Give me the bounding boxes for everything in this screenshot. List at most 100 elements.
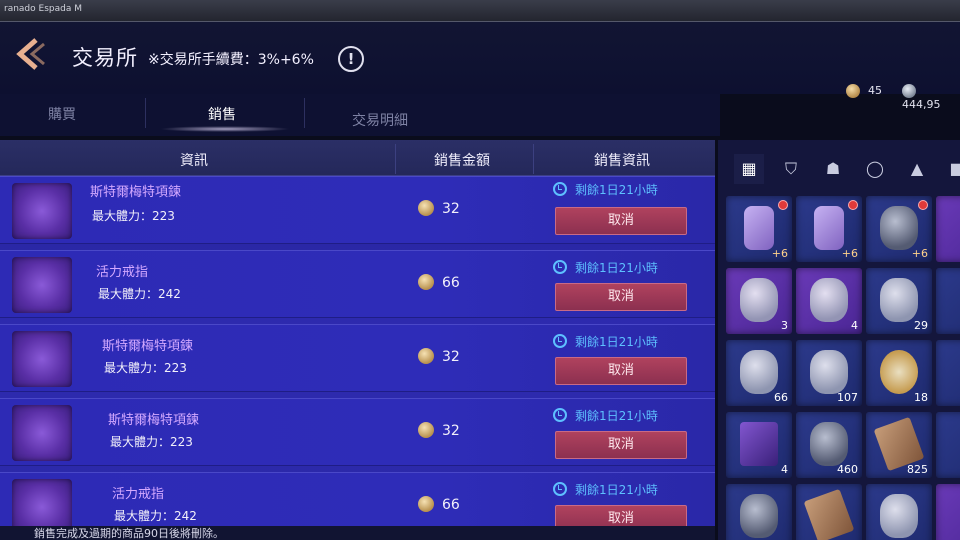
gold-amount: 45 [868, 84, 882, 97]
item-name: 活力戒指 [96, 265, 149, 280]
inventory-slot[interactable] [936, 268, 960, 334]
inventory-slot[interactable] [936, 340, 960, 406]
bag-icon[interactable]: ■ [942, 154, 960, 184]
inventory-slot[interactable]: +6 [866, 196, 932, 262]
inventory-slot[interactable]: 107 [796, 340, 862, 406]
timer-text: 剩餘1日21小時 [575, 409, 658, 423]
scroll-item-icon [880, 278, 918, 322]
helmet-icon[interactable]: ☗ [818, 154, 848, 184]
crystal-item-icon [880, 494, 918, 538]
item-count: 18 [914, 391, 928, 404]
item-name: 斯特爾梅特項鍊 [102, 339, 194, 354]
tab-sell[interactable]: 銷售 [208, 104, 236, 124]
clock-icon [553, 334, 567, 348]
inventory-panel: ▦ ⛉ ☗ ◯ ▲ ■ +6 +6 +6 3 4 29 66 107 18 4 … [718, 140, 960, 540]
inventory-slot[interactable]: 4 [726, 412, 792, 478]
window-titlebar: ranado Espada M [0, 0, 960, 22]
enhance-level: +6 [841, 247, 858, 260]
necklace-item-icon [12, 331, 72, 387]
ring-item-icon [12, 257, 72, 313]
inventory-tabs: ▦ ⛉ ☗ ◯ ▲ ■ [718, 150, 960, 190]
item-count: 460 [837, 463, 858, 476]
armor-icon[interactable]: ⛉ [776, 154, 806, 184]
coin-icon [418, 422, 434, 438]
item-stat: 最大體力：223 [110, 435, 193, 449]
item-price: 66 [418, 274, 460, 291]
item-count: 66 [774, 391, 788, 404]
active-tab-indicator [160, 126, 290, 132]
chip-item-icon [880, 350, 918, 394]
cancel-button[interactable]: 取消 [555, 283, 687, 311]
table-row: 斯特爾梅特項鍊 最大體力：223 32 剩餘1日21小時 取消 [0, 398, 715, 466]
item-name: 斯特爾梅特項鍊 [108, 413, 200, 428]
tab-buy[interactable]: 購買 [48, 104, 76, 124]
scroll-item-icon [810, 278, 848, 322]
inventory-slot[interactable] [936, 412, 960, 478]
clock-icon [553, 182, 567, 196]
grid-icon[interactable]: ▦ [734, 154, 764, 184]
timer-text: 剩餘1日21小時 [575, 183, 658, 197]
item-stat: 最大體力：223 [92, 209, 175, 223]
coin-icon [418, 200, 434, 216]
crystal-item-icon [740, 350, 778, 394]
item-stat: 最大體力：242 [114, 509, 197, 523]
inventory-slot[interactable] [866, 484, 932, 540]
item-price: 32 [418, 200, 460, 217]
necklace-icon[interactable]: ◯ [860, 154, 890, 184]
footer-notice: 銷售完成及過期的商品90日後將刪除。 [0, 526, 715, 540]
inventory-slot[interactable] [796, 484, 862, 540]
timer-text: 剩餘1日21小時 [575, 483, 658, 497]
top-bar: 交易所 ※交易所手續費：3%+6% ! 45 444,95 [0, 22, 960, 111]
back-arrow-icon[interactable] [10, 34, 50, 74]
item-price: 32 [418, 422, 460, 439]
table-row: 斯特爾梅特項鍊 最大體力：223 32 剩餘1日21小時 取消 [0, 176, 715, 244]
inventory-slot[interactable] [726, 484, 792, 540]
inventory-slot[interactable]: 825 [866, 412, 932, 478]
inventory-slot[interactable]: 29 [866, 268, 932, 334]
tab-divider [304, 98, 305, 128]
price-value: 66 [442, 275, 460, 291]
tab-history[interactable]: 交易明細 [352, 110, 408, 130]
cloak-icon[interactable]: ▲ [902, 154, 932, 184]
header-info: 資訊 [180, 153, 208, 169]
inventory-slot[interactable]: +6 [796, 196, 862, 262]
gold-currency: 45 [846, 84, 882, 98]
sales-table: 資訊 銷售金額 銷售資訊 斯特爾梅特項鍊 最大體力：223 32 剩餘1日21小… [0, 140, 715, 540]
wood-item-icon [803, 488, 855, 540]
inventory-slot[interactable] [936, 484, 960, 540]
new-badge [778, 200, 788, 210]
table-row: 活力戒指 最大體力：242 66 剩餘1日21小時 取消 [0, 250, 715, 318]
scroll-item-icon [740, 278, 778, 322]
time-remaining: 剩餘1日21小時 [553, 259, 658, 276]
new-badge [848, 200, 858, 210]
inventory-slot[interactable]: 3 [726, 268, 792, 334]
book-item-icon [740, 422, 778, 466]
cancel-button[interactable]: 取消 [555, 431, 687, 459]
enhance-level: +6 [771, 247, 788, 260]
item-count: 825 [907, 463, 928, 476]
info-button[interactable]: ! [338, 46, 364, 72]
time-remaining: 剩餘1日21小時 [553, 481, 658, 498]
coin-icon [418, 348, 434, 364]
time-remaining: 剩餘1日21小時 [553, 333, 658, 350]
inventory-slot[interactable] [936, 196, 960, 262]
ore-item-icon [740, 494, 778, 538]
page-title: 交易所 [72, 46, 138, 70]
time-remaining: 剩餘1日21小時 [553, 407, 658, 424]
inventory-slot[interactable]: 66 [726, 340, 792, 406]
cancel-button[interactable]: 取消 [555, 207, 687, 235]
item-stat: 最大體力：242 [98, 287, 181, 301]
gold-coin-icon [846, 84, 860, 98]
coin-icon [418, 496, 434, 512]
necklace-item-icon [12, 183, 72, 239]
inventory-slot[interactable]: 460 [796, 412, 862, 478]
inventory-slot[interactable]: 4 [796, 268, 862, 334]
header-sale-info: 銷售資訊 [594, 153, 650, 169]
item-count: 4 [851, 319, 858, 332]
header-divider [533, 144, 534, 174]
inventory-slot[interactable]: 18 [866, 340, 932, 406]
cancel-button[interactable]: 取消 [555, 357, 687, 385]
price-value: 32 [442, 423, 460, 439]
inventory-slot[interactable]: +6 [726, 196, 792, 262]
silver-coin-icon [902, 84, 916, 98]
